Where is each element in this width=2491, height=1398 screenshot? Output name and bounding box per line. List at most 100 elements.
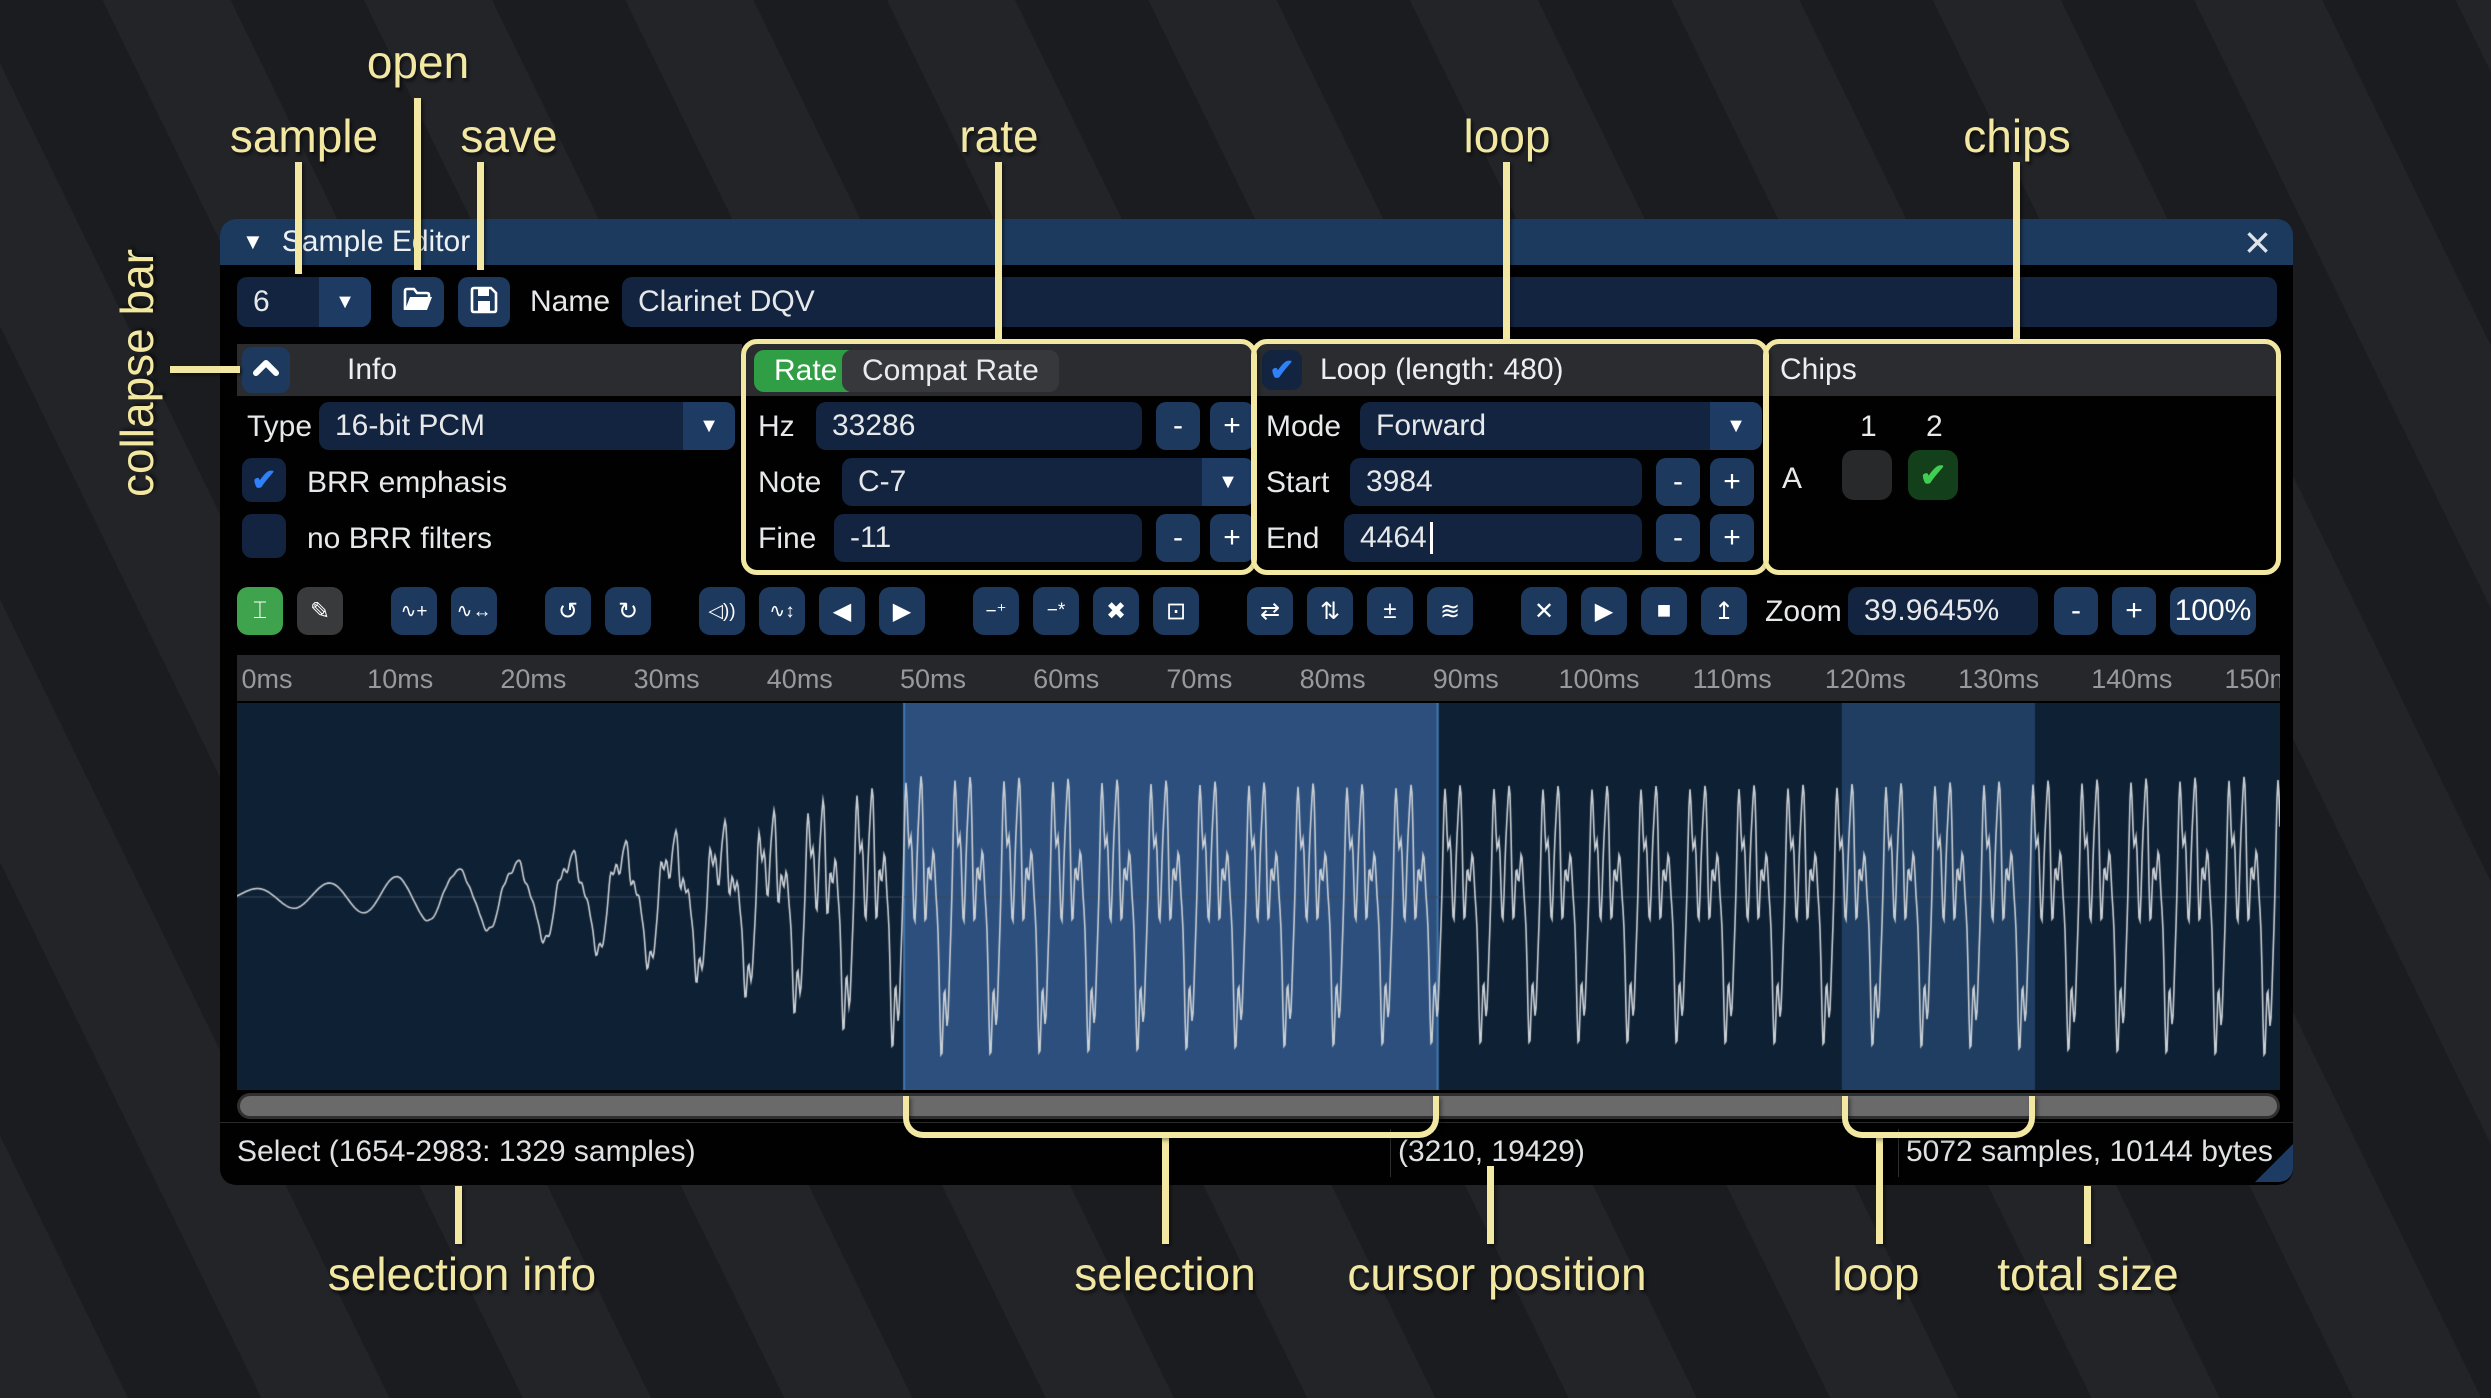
no-brr-filters-checkbox[interactable]: [242, 514, 286, 558]
info-header-label: Info: [347, 353, 398, 386]
annotation-collapse-bar: collapse bar: [111, 248, 163, 498]
filter-button[interactable]: ≋: [1427, 587, 1473, 635]
toolbar-gap: [939, 606, 959, 616]
annotation-selection-info: selection info: [327, 1248, 597, 1300]
status-cursor-position: (3210, 19429): [1398, 1135, 1585, 1168]
type-combo[interactable]: 16-bit PCM ▼: [319, 402, 735, 450]
ruler-label: 20ms: [500, 664, 567, 694]
chevron-down-icon[interactable]: ▼: [683, 402, 735, 450]
insert-silence-button[interactable]: −⁺: [973, 587, 1019, 635]
window-titlebar[interactable]: ▼ Sample Editor ×: [220, 219, 2293, 265]
ruler-label: 140ms: [2091, 664, 2173, 694]
trim-button[interactable]: ⊡: [1153, 587, 1199, 635]
check-icon: ✔: [251, 463, 277, 497]
zoom-reset-button[interactable]: 100%: [2170, 587, 2256, 635]
waveform-area[interactable]: [237, 703, 2280, 1090]
sign-button[interactable]: ±: [1367, 587, 1413, 635]
annotation-save: save: [460, 110, 558, 162]
window-title: Sample Editor: [281, 225, 471, 258]
annotation-bracket-selection: [903, 1096, 1439, 1138]
annotation-line-collapse-bar: [170, 366, 240, 373]
annotation-line-selection: [1162, 1136, 1169, 1244]
annotation-line-total-size: [2084, 1186, 2091, 1244]
background: ▼ Sample Editor × 6 ▼ Name Clarinet DQV …: [0, 0, 2491, 1398]
annotation-box-rate: [741, 339, 1257, 575]
amplify-button[interactable]: ◁)): [699, 587, 745, 635]
window-collapse-icon[interactable]: ▼: [242, 229, 264, 255]
save-sample-button[interactable]: [458, 277, 510, 327]
folder-open-icon: [403, 287, 433, 318]
name-label: Name: [530, 285, 611, 318]
export-button[interactable]: ↥: [1701, 587, 1747, 635]
annotation-line-rate: [995, 162, 1002, 340]
timeline-ruler: 0ms 10ms 20ms 30ms 40ms 50ms 60ms 70ms 80ms 90ms 1…: [237, 655, 2280, 701]
fade-in-button[interactable]: ◀: [819, 587, 865, 635]
sample-slot-value: 6: [253, 285, 270, 318]
annotation-line-save: [477, 162, 484, 270]
sample-name-value: Clarinet DQV: [638, 285, 815, 318]
ruler-label: 150ms: [2224, 664, 2280, 694]
brr-emphasis-checkbox[interactable]: ✔: [242, 458, 286, 502]
annotation-bracket-loop: [1842, 1096, 2035, 1138]
brr-emphasis-label: BRR emphasis: [307, 466, 508, 499]
status-selection-info: Select (1654-2983: 1329 samples): [237, 1135, 696, 1168]
annotation-line-selection-info: [455, 1186, 462, 1244]
ruler-label: 40ms: [766, 664, 833, 694]
apply-silence-button[interactable]: −*: [1033, 587, 1079, 635]
collapse-bar-button[interactable]: [242, 347, 290, 393]
toolbar-gap: [1487, 606, 1507, 616]
annotation-selection: selection: [1074, 1248, 1256, 1300]
type-label: Type: [247, 410, 313, 443]
annotation-line-loop-bottom: [1876, 1136, 1883, 1244]
sample-name-input[interactable]: Clarinet DQV: [622, 277, 2277, 327]
fade-out-button[interactable]: ▶: [879, 587, 925, 635]
sample-slot-combo[interactable]: 6 ▼: [237, 277, 371, 327]
annotation-line-sample: [295, 162, 302, 274]
preview-button[interactable]: ▶: [1581, 587, 1627, 635]
annotation-sample: sample: [229, 110, 379, 162]
stop-preview-button[interactable]: ■: [1641, 587, 1687, 635]
waveform-canvas[interactable]: [237, 703, 2280, 1090]
open-sample-button[interactable]: [392, 277, 444, 327]
toolbar-gap: [357, 606, 377, 616]
annotation-chips: chips: [1963, 110, 2071, 162]
reverse-button[interactable]: ⇄: [1247, 587, 1293, 635]
toolbar-gap: [1213, 606, 1233, 616]
annotation-cursor-position: cursor position: [1347, 1248, 1647, 1300]
edit-mode-draw-button[interactable]: ✎: [297, 587, 343, 635]
zoom-plus-button[interactable]: +: [2112, 587, 2156, 635]
ruler-label: 0ms: [241, 664, 293, 694]
ruler-label: 90ms: [1432, 664, 1499, 694]
zoom-input[interactable]: 39.9645%: [1848, 587, 2038, 635]
chevron-down-icon[interactable]: ▼: [319, 277, 371, 327]
invert-button[interactable]: ⇅: [1307, 587, 1353, 635]
undo-button[interactable]: ↺: [545, 587, 591, 635]
crossfade-button[interactable]: ✕: [1521, 587, 1567, 635]
chevron-up-icon: [252, 359, 280, 382]
delete-button[interactable]: ✖: [1093, 587, 1139, 635]
edit-mode-select-button[interactable]: ⌶: [237, 587, 283, 635]
floppy-disk-icon: [470, 286, 498, 319]
ruler-label: 70ms: [1166, 664, 1233, 694]
resample-button[interactable]: ∿↔: [451, 587, 497, 635]
zoom-value: 39.9645%: [1864, 594, 2000, 627]
annotation-rate: rate: [959, 110, 1039, 162]
annotation-line-chips: [2013, 162, 2020, 340]
no-brr-filters-label: no BRR filters: [307, 522, 493, 555]
redo-button[interactable]: ↻: [605, 587, 651, 635]
info-panel-header: Info: [237, 344, 742, 396]
annotation-line-open: [414, 98, 421, 270]
ruler-label: 110ms: [1692, 664, 1772, 694]
resize-button[interactable]: ∿+: [391, 587, 437, 635]
toolbar-buttons: ⌶ ✎ ∿+ ∿↔ ↺ ↻ ◁)) ∿↕ ◀ ▶ −⁺ −* ✖ ⊡ ⇄ ⇅ ± ≋ ✕ ▶ ■ ↥: [237, 587, 1761, 635]
ruler-label: 30ms: [633, 664, 700, 694]
ruler-label: 50ms: [899, 664, 967, 694]
normalize-button[interactable]: ∿↕: [759, 587, 805, 635]
close-icon[interactable]: ×: [2244, 219, 2271, 265]
ruler-label: 60ms: [1033, 664, 1100, 694]
annotation-total-size: total size: [1997, 1248, 2179, 1300]
annotation-line-cursor-position: [1487, 1166, 1494, 1244]
ruler-label: 130ms: [1958, 664, 2040, 694]
ruler-label: 80ms: [1299, 664, 1366, 694]
zoom-minus-button[interactable]: -: [2054, 587, 2098, 635]
